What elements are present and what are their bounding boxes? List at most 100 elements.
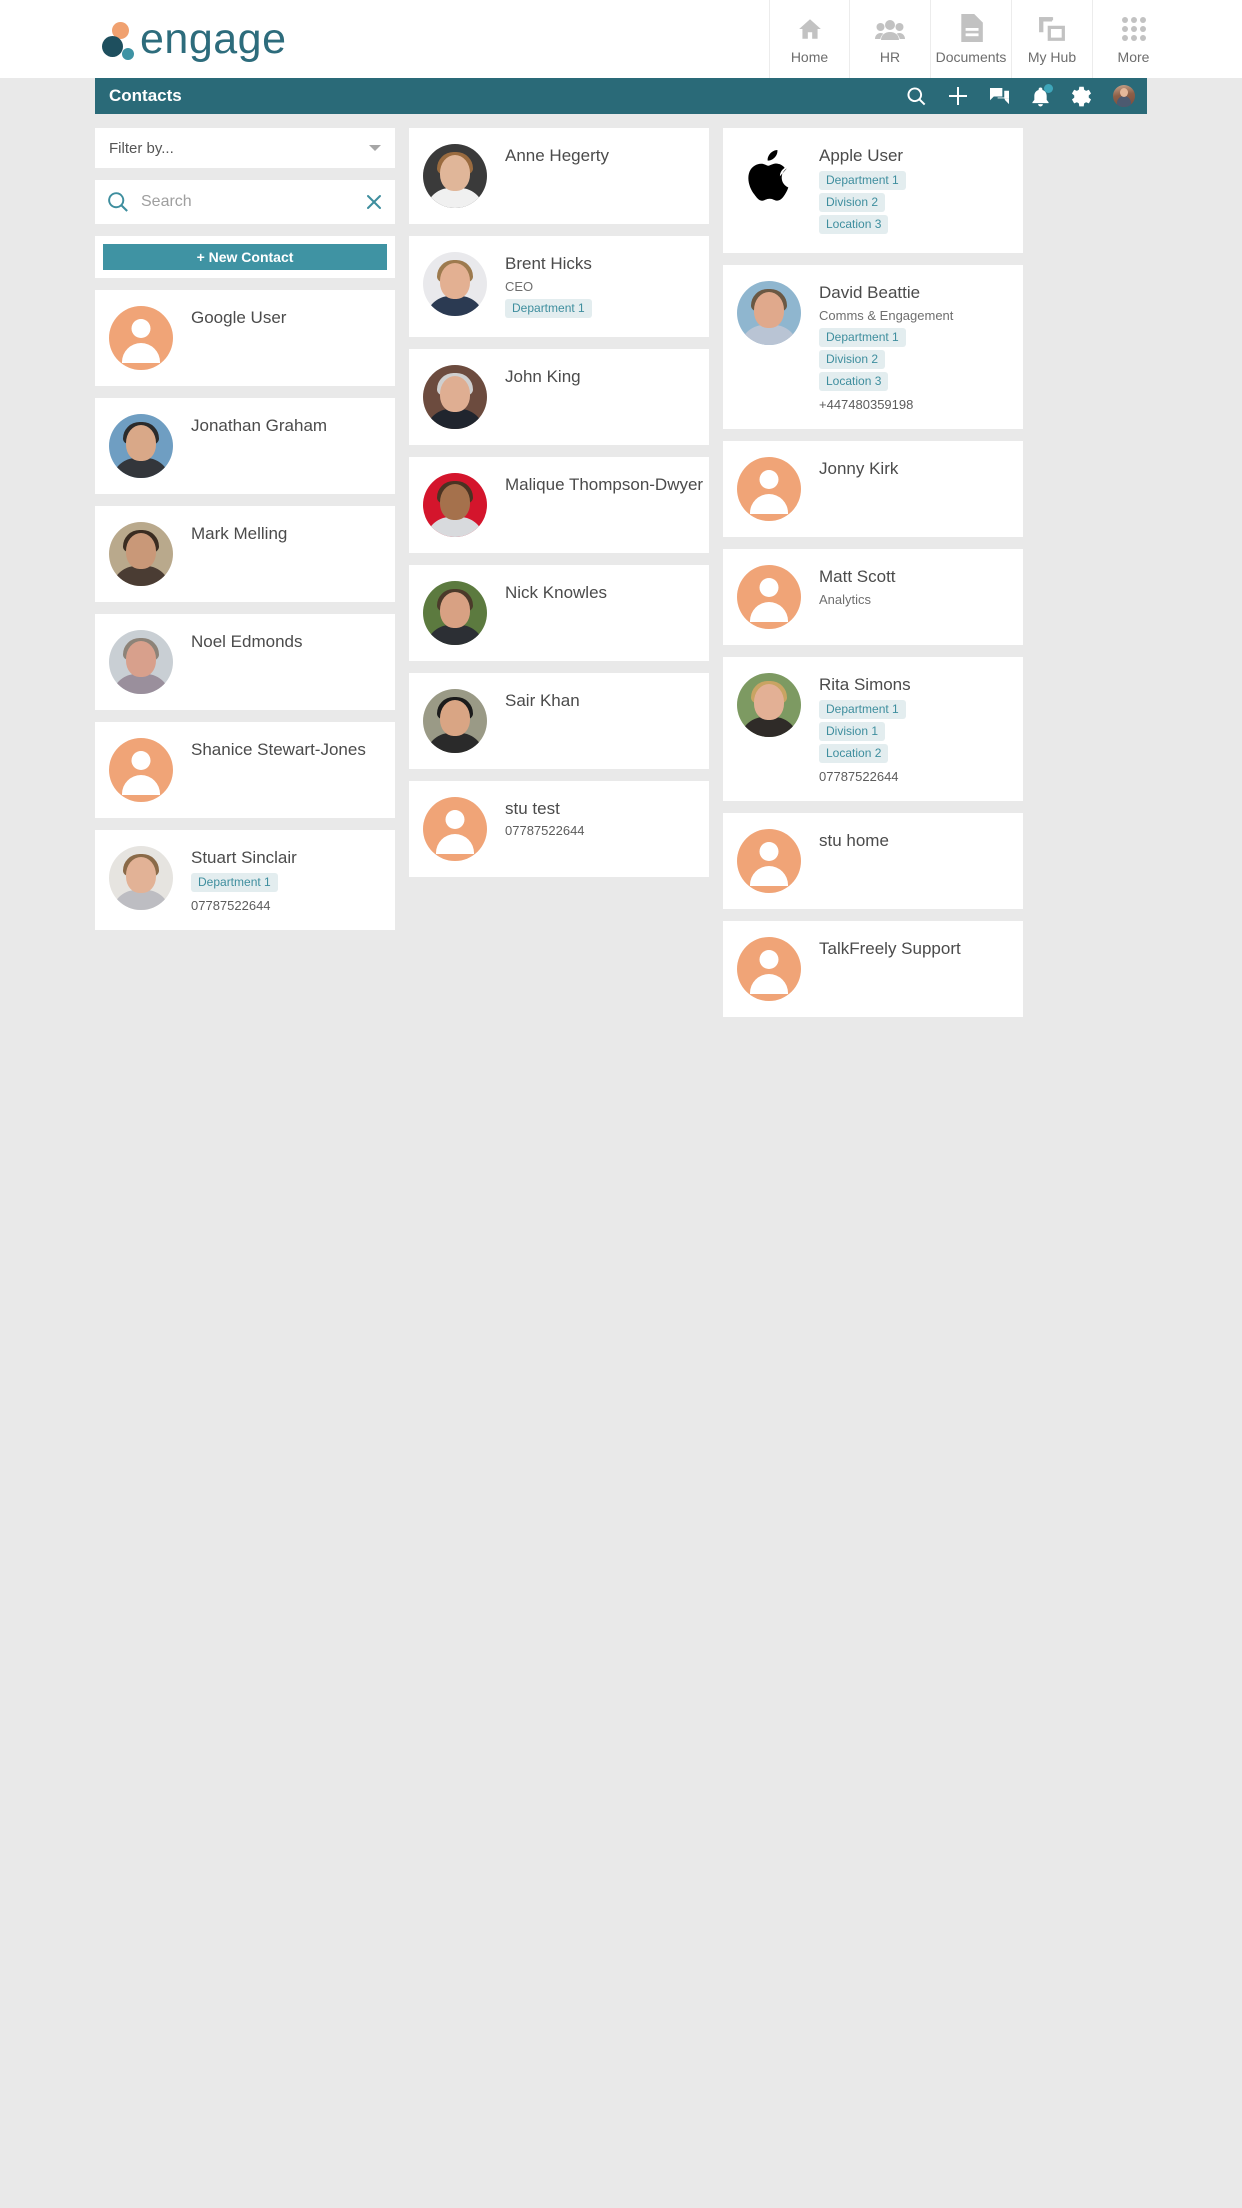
contact-name: Shanice Stewart-Jones: [191, 740, 366, 759]
contact-card[interactable]: stu test 07787522644: [409, 781, 709, 877]
placeholder-avatar-icon: [109, 306, 173, 370]
contact-card[interactable]: David Beattie Comms & Engagement Departmen…: [723, 265, 1023, 429]
contact-card[interactable]: Rita Simons Department 1 Division 1 Locatio…: [723, 657, 1023, 801]
column-1-cards: Google User Jonathan Graham Mark Melling No…: [95, 290, 395, 930]
contact-name: stu test: [505, 799, 560, 818]
contact-phone: +447480359198: [819, 397, 914, 412]
contact-details: Shanice Stewart-Jones: [173, 738, 381, 802]
search-box: [95, 180, 395, 224]
filter-dropdown[interactable]: Filter by...: [95, 128, 395, 168]
contact-name: Rita Simons: [819, 675, 911, 694]
contact-role: Comms & Engagement: [819, 308, 954, 323]
status-badge[interactable]: Location 3: [819, 215, 889, 234]
status-badge[interactable]: Location 3: [819, 372, 889, 391]
close-icon[interactable]: [365, 193, 383, 211]
contact-card[interactable]: Google User: [95, 290, 395, 386]
brand-logo[interactable]: engage: [96, 0, 287, 78]
contact-card[interactable]: Jonny Kirk: [723, 441, 1023, 537]
contact-details: Rita Simons Department 1 Division 1 Locatio…: [801, 673, 1009, 785]
contact-card[interactable]: Mark Melling: [95, 506, 395, 602]
new-contact-wrap: + New Contact: [95, 236, 395, 278]
nav-item-documents[interactable]: Documents: [931, 0, 1012, 78]
contact-details: Matt Scott Analytics: [801, 565, 1009, 629]
status-badge[interactable]: Division 2: [819, 193, 886, 212]
column-1: Filter by... Search + New Contact Google…: [95, 128, 395, 930]
contact-card[interactable]: stu home: [723, 813, 1023, 909]
bell-icon[interactable]: [1031, 83, 1053, 107]
contact-photo: [737, 673, 801, 737]
contact-card[interactable]: TalkFreely Support: [723, 921, 1023, 1017]
contact-photo: [423, 144, 487, 208]
contact-name: Sair Khan: [505, 691, 580, 710]
search-icon: [107, 191, 129, 213]
contact-card[interactable]: Malique Thompson-Dwyer: [409, 457, 709, 553]
search-icon[interactable]: [906, 86, 927, 107]
contact-details: Brent Hicks CEO Department 1: [487, 252, 695, 321]
contact-details: David Beattie Comms & Engagement Departmen…: [801, 281, 1009, 413]
contact-details: Anne Hegerty: [487, 144, 695, 208]
column-2-cards: Anne Hegerty Brent Hicks CEO Department 1 Jo…: [409, 128, 709, 877]
status-badge[interactable]: Location 2: [819, 744, 889, 763]
contact-details: Malique Thompson-Dwyer: [487, 473, 703, 537]
brand-name: engage: [140, 14, 287, 63]
status-badge[interactable]: Department 1: [505, 299, 592, 318]
contact-card[interactable]: Sair Khan: [409, 673, 709, 769]
contact-card[interactable]: Shanice Stewart-Jones: [95, 722, 395, 818]
placeholder-avatar-icon: [737, 457, 801, 521]
chat-icon[interactable]: [989, 87, 1010, 106]
status-badge[interactable]: Department 1: [819, 328, 906, 347]
toolbar-actions: [906, 83, 1135, 107]
contact-name: John King: [505, 367, 581, 386]
nav-item-more[interactable]: More: [1093, 0, 1174, 78]
top-bar: engage Home HR Documents My Hub More: [0, 0, 1242, 78]
contact-card[interactable]: Anne Hegerty: [409, 128, 709, 224]
contact-card[interactable]: Jonathan Graham: [95, 398, 395, 494]
nav-item-my-hub[interactable]: My Hub: [1012, 0, 1093, 78]
contact-role: CEO: [505, 279, 534, 294]
contact-card[interactable]: Noel Edmonds: [95, 614, 395, 710]
contacts-board: Filter by... Search + New Contact Google…: [95, 114, 1147, 1017]
placeholder-avatar-icon: [737, 937, 801, 1001]
contact-details: Mark Melling: [173, 522, 381, 586]
contact-name: Jonathan Graham: [191, 416, 328, 435]
placeholder-avatar-icon: [109, 738, 173, 802]
column-3-cards: Apple User Department 1 Division 2 Location…: [723, 128, 1023, 1017]
contact-name: Jonny Kirk: [819, 459, 899, 478]
contact-name: Stuart Sinclair: [191, 848, 297, 867]
nav-item-home[interactable]: Home: [769, 0, 850, 78]
gear-icon[interactable]: [1071, 86, 1092, 107]
contact-name: Brent Hicks: [505, 254, 592, 273]
nav-item-hr[interactable]: HR: [850, 0, 931, 78]
contact-details: TalkFreely Support: [801, 937, 1009, 1001]
contact-details: Nick Knowles: [487, 581, 695, 645]
nav-label-hr: HR: [879, 48, 901, 65]
grid-icon: [1121, 14, 1147, 42]
plus-icon[interactable]: [948, 86, 968, 106]
status-badge[interactable]: Division 1: [819, 722, 886, 741]
contact-tags: Department 1: [191, 873, 381, 895]
contact-card[interactable]: John King: [409, 349, 709, 445]
contact-card[interactable]: Matt Scott Analytics: [723, 549, 1023, 645]
nav-label-home: Home: [790, 48, 829, 65]
contact-details: Jonny Kirk: [801, 457, 1009, 521]
contact-card[interactable]: Brent Hicks CEO Department 1: [409, 236, 709, 337]
placeholder-avatar-icon: [737, 565, 801, 629]
status-badge[interactable]: Department 1: [819, 700, 906, 719]
contact-card[interactable]: Apple User Department 1 Division 2 Location…: [723, 128, 1023, 253]
column-2: Anne Hegerty Brent Hicks CEO Department 1 Jo…: [409, 128, 709, 877]
status-badge[interactable]: Division 2: [819, 350, 886, 369]
contact-card[interactable]: Nick Knowles: [409, 565, 709, 661]
new-contact-button[interactable]: + New Contact: [103, 244, 387, 270]
top-nav: Home HR Documents My Hub More: [769, 0, 1174, 78]
contact-details: stu home: [801, 829, 1009, 893]
contact-photo: [423, 252, 487, 316]
contact-name: Anne Hegerty: [505, 146, 609, 165]
contact-name: Apple User: [819, 146, 904, 165]
avatar[interactable]: [1113, 85, 1135, 107]
status-badge[interactable]: Department 1: [819, 171, 906, 190]
contact-phone: 07787522644: [505, 823, 585, 838]
search-input[interactable]: [141, 193, 365, 211]
status-badge[interactable]: Department 1: [191, 873, 278, 892]
contact-card[interactable]: Stuart Sinclair Department 1 07787522644: [95, 830, 395, 930]
logo-dot-dark: [102, 36, 123, 57]
